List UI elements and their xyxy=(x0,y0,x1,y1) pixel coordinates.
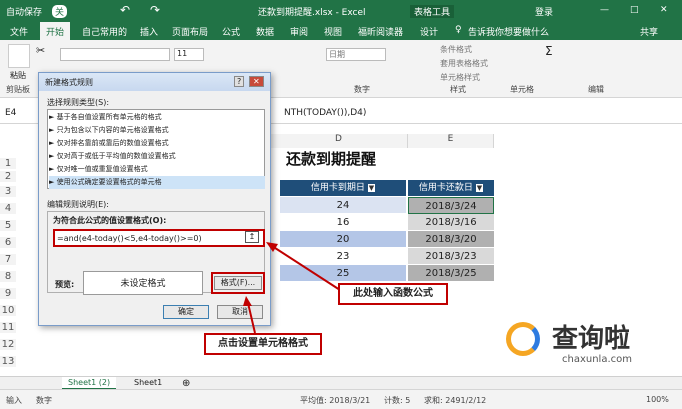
status-numeric: 数字 xyxy=(36,396,52,405)
status-count: 计数: 5 xyxy=(384,396,411,405)
sheet-tab-bar: Sheet1 (2) Sheet1 ⊕ xyxy=(0,376,682,390)
status-sum: 求和: 2491/2/12 xyxy=(424,396,487,405)
status-average: 平均值: 2018/3/21 xyxy=(300,396,371,405)
zoom-level[interactable]: 100% xyxy=(646,395,669,404)
format-arrow xyxy=(247,302,256,334)
callout-arrows xyxy=(243,242,341,334)
status-bar: 输入 数字 平均值: 2018/3/21 计数: 5 求和: 2491/2/12… xyxy=(0,389,682,409)
formula-arrowhead xyxy=(266,242,278,252)
status-mode: 输入 xyxy=(6,396,22,405)
callout-click-format: 点击设置单元格格式 xyxy=(204,333,322,355)
format-arrowhead xyxy=(243,296,252,306)
formula-arrow xyxy=(271,245,341,291)
callout-input-formula: 此处输入函数公式 xyxy=(338,283,448,305)
